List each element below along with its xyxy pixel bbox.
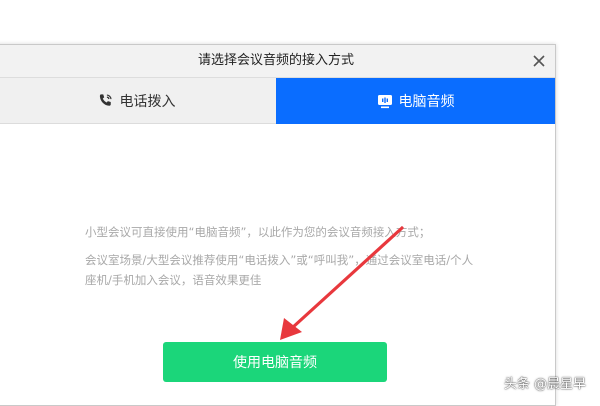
dialog-content: 小型会议可直接使用“电脑音频”，以此作为您的会议音频接入方式； 会议室场景/大型… [0, 124, 555, 405]
audio-join-dialog: 请选择会议音频的接入方式 电话拨入 电脑音频 小型会议可直接使用“电脑音频”，以… [0, 44, 556, 406]
tab-computer-audio-label: 电脑音频 [398, 94, 455, 110]
close-button[interactable] [529, 51, 549, 71]
use-computer-audio-button[interactable]: 使用电脑音频 [163, 342, 387, 382]
description-small-meeting: 小型会议可直接使用“电脑音频”，以此作为您的会议音频接入方式； [85, 225, 431, 239]
tab-phone-dial-in[interactable]: 电话拨入 [0, 78, 276, 124]
dialog-titlebar: 请选择会议音频的接入方式 [0, 45, 555, 78]
tab-computer-audio[interactable]: 电脑音频 [276, 78, 555, 124]
computer-audio-icon [377, 93, 393, 109]
tab-phone-label: 电话拨入 [119, 93, 176, 110]
watermark-text: 头条 @晨星早 [503, 377, 586, 392]
close-icon [533, 52, 545, 71]
description-large-meeting: 会议室场景/大型会议推荐使用“电话拨入”或“呼叫我”，通过会议室电话/个人座机/… [85, 253, 474, 287]
dialog-title: 请选择会议音频的接入方式 [197, 53, 354, 68]
audio-tabs: 电话拨入 电脑音频 [0, 78, 555, 124]
phone-icon [98, 93, 114, 109]
